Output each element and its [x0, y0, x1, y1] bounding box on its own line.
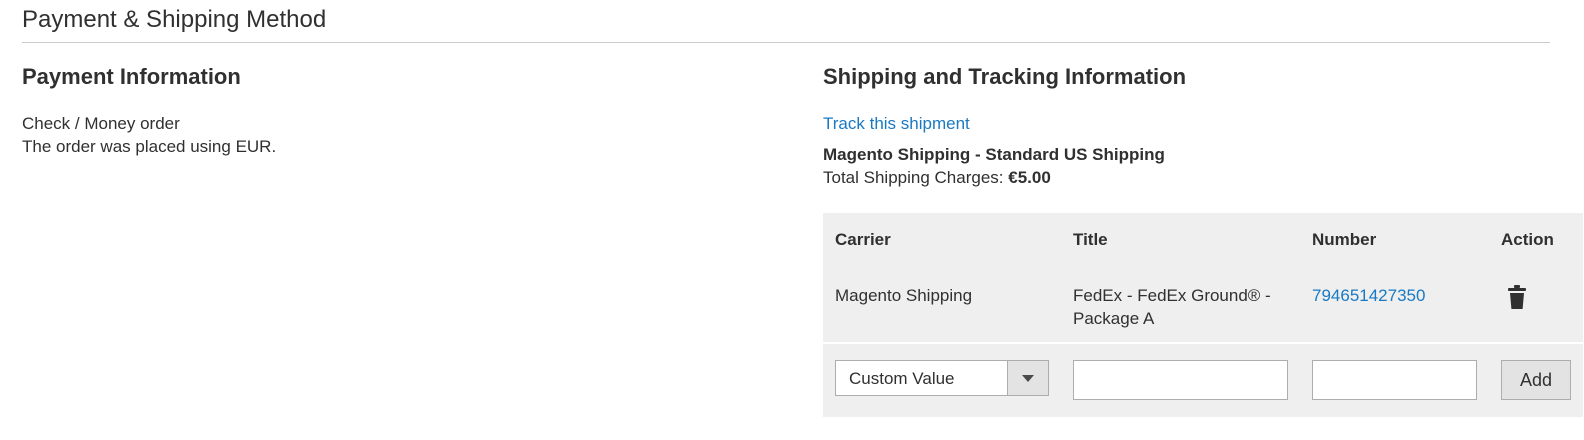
- number-cell: 794651427350: [1300, 267, 1489, 344]
- shipping-charges-value: €5.00: [1008, 168, 1051, 187]
- title-input-cell: [1061, 343, 1300, 417]
- track-shipment-link[interactable]: Track this shipment: [823, 112, 970, 135]
- delete-tracking-button[interactable]: [1507, 284, 1527, 316]
- shipping-charges: Total Shipping Charges: €5.00: [823, 166, 1550, 189]
- tracking-table-header-row: Carrier Title Number Action: [823, 213, 1583, 267]
- section-title: Payment & Shipping Method: [22, 6, 327, 33]
- tracking-number-input[interactable]: [1312, 360, 1477, 400]
- tracking-number-link[interactable]: 794651427350: [1312, 286, 1425, 305]
- tracking-table: Carrier Title Number Action Magento Ship…: [823, 213, 1583, 417]
- currency-note: The order was placed using EUR.: [22, 137, 277, 156]
- add-tracking-button[interactable]: Add: [1501, 360, 1571, 400]
- action-column-header: Action: [1501, 230, 1554, 249]
- trash-icon: [1508, 285, 1526, 309]
- add-button-cell: Add: [1489, 343, 1583, 417]
- carrier-column-header: Carrier: [835, 230, 891, 249]
- carrier-select-toggle[interactable]: [1007, 361, 1048, 395]
- carrier-select[interactable]: Custom Value: [835, 360, 1049, 396]
- number-column-header: Number: [1312, 230, 1377, 249]
- title-cell: FedEx - FedEx Ground® - Package A: [1061, 267, 1300, 344]
- carrier-select-cell: Custom Value: [823, 343, 1061, 417]
- table-row: Magento Shipping FedEx - FedEx Ground® -…: [823, 267, 1583, 344]
- shipping-charges-label: Total Shipping Charges:: [823, 168, 1009, 187]
- tracking-title-input[interactable]: [1073, 360, 1288, 400]
- shipping-tracking-title: Shipping and Tracking Information: [823, 64, 1187, 89]
- section-header: Payment & Shipping Method: [22, 6, 1550, 43]
- shipping-method-name: Magento Shipping - Standard US Shipping: [823, 145, 1165, 164]
- carrier-select-value: Custom Value: [849, 369, 955, 388]
- chevron-down-icon: [1022, 375, 1034, 382]
- payment-method: Check / Money order: [22, 114, 180, 133]
- payment-information-title: Payment Information: [22, 64, 241, 89]
- payment-information-block: Payment Information Check / Money order …: [22, 62, 782, 158]
- action-cell: [1489, 267, 1583, 344]
- add-tracking-row: Custom Value Add: [823, 343, 1583, 417]
- number-input-cell: [1300, 343, 1489, 417]
- carrier-cell: Magento Shipping: [823, 267, 1061, 344]
- shipping-tracking-block: Shipping and Tracking Information Track …: [823, 62, 1583, 417]
- title-column-header: Title: [1073, 230, 1108, 249]
